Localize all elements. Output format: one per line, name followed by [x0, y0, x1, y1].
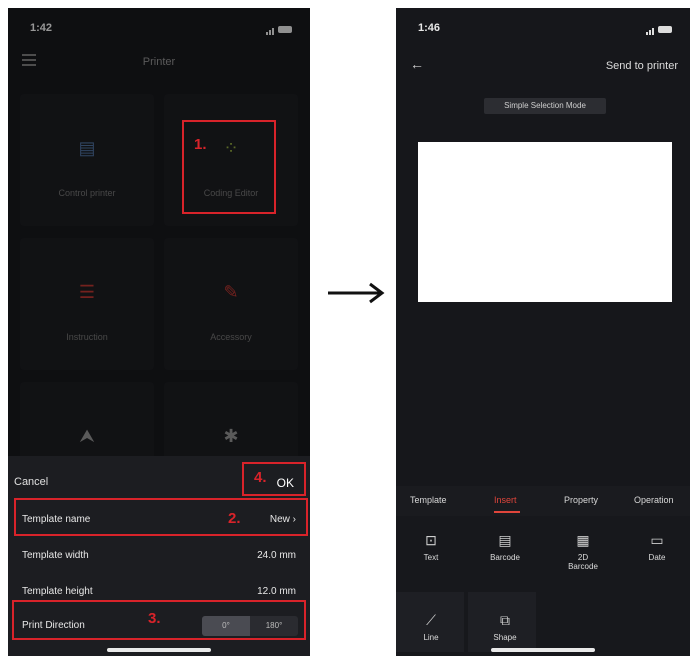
tab-template[interactable]: Template [410, 495, 447, 505]
tab-property[interactable]: Property [564, 495, 598, 505]
home-indicator [491, 648, 595, 652]
barcode-icon: ▤ [498, 532, 512, 548]
signal-battery [646, 23, 672, 35]
tool-label: 2D Barcode [568, 553, 598, 571]
send-to-printer-button[interactable]: Send to printer [606, 60, 678, 72]
step-label-4: 4. [254, 469, 267, 486]
template-width-label: Template width [22, 550, 89, 561]
phone-screen-right: 1:46 ← Send to printer Simple Selection … [396, 8, 690, 656]
mode-badge[interactable]: Simple Selection Mode [484, 98, 606, 114]
template-width-value: 24.0 mm [257, 550, 296, 561]
tool-label: Text [423, 553, 439, 562]
status-bar: 1:46 [396, 8, 690, 42]
tool-text[interactable]: ⊡ Text [400, 532, 462, 562]
tool-label: Line [423, 633, 439, 642]
insert-tools-panel: ⊡ Text ▤ Barcode ▦ 2D Barcode ▭ Date ⟋ L… [396, 516, 690, 656]
status-time: 1:46 [418, 22, 441, 34]
step-label-2: 2. [228, 510, 241, 527]
back-arrow-icon[interactable]: ← [410, 56, 424, 72]
tool-label: Date [648, 553, 666, 562]
highlight-box-step-4 [242, 462, 306, 496]
date-icon: ▭ [650, 532, 664, 548]
template-height-value: 12.0 mm [257, 586, 296, 597]
home-indicator [107, 648, 211, 652]
highlight-box-step-1 [182, 120, 276, 214]
editor-tabs: Template Insert Property Operation [396, 486, 690, 516]
modal-overlay [8, 8, 310, 456]
tool-barcode[interactable]: ▤ Barcode [474, 532, 536, 562]
phone-screen-left: 1:42 Printer ▤ Control printer ⁘ Coding … [8, 8, 310, 656]
label-canvas[interactable] [418, 142, 672, 302]
shape-icon: ⧉ [500, 612, 510, 628]
tool-2d-barcode[interactable]: ▦ 2D Barcode [552, 532, 614, 571]
signal-icon [646, 23, 655, 35]
tab-operation[interactable]: Operation [634, 495, 674, 505]
tab-insert[interactable]: Insert [494, 495, 517, 505]
line-icon: ⟋ [426, 612, 436, 628]
step-label-3: 3. [148, 610, 161, 627]
active-tab-indicator [494, 511, 520, 513]
cancel-button[interactable]: Cancel [14, 476, 48, 488]
battery-icon [658, 25, 672, 33]
tool-shape[interactable]: ⧉ Shape [474, 612, 536, 642]
arrow-right-icon [328, 282, 385, 304]
tool-line[interactable]: ⟋ Line [400, 612, 462, 642]
text-icon: ⊡ [425, 532, 437, 548]
template-height-label: Template height [22, 586, 93, 597]
tool-label: Barcode [490, 553, 520, 562]
step-label-1: 1. [194, 136, 207, 153]
tool-label: Shape [493, 633, 517, 642]
qr-code-icon: ▦ [576, 532, 590, 548]
highlight-box-step-2 [14, 498, 308, 536]
template-width-row[interactable]: Template width 24.0 mm [8, 540, 310, 574]
tool-date[interactable]: ▭ Date [626, 532, 688, 562]
